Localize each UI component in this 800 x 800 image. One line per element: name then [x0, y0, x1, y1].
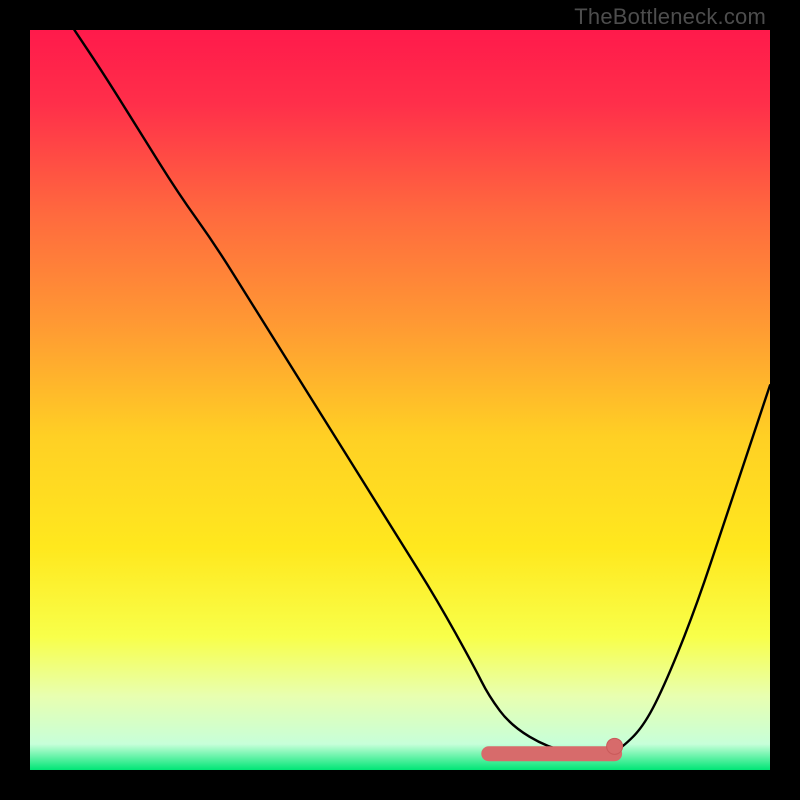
optimal-band-end-dot	[607, 738, 623, 754]
chart-background	[30, 30, 770, 770]
watermark-text: TheBottleneck.com	[574, 4, 766, 30]
chart-frame	[30, 30, 770, 770]
bottleneck-chart	[30, 30, 770, 770]
